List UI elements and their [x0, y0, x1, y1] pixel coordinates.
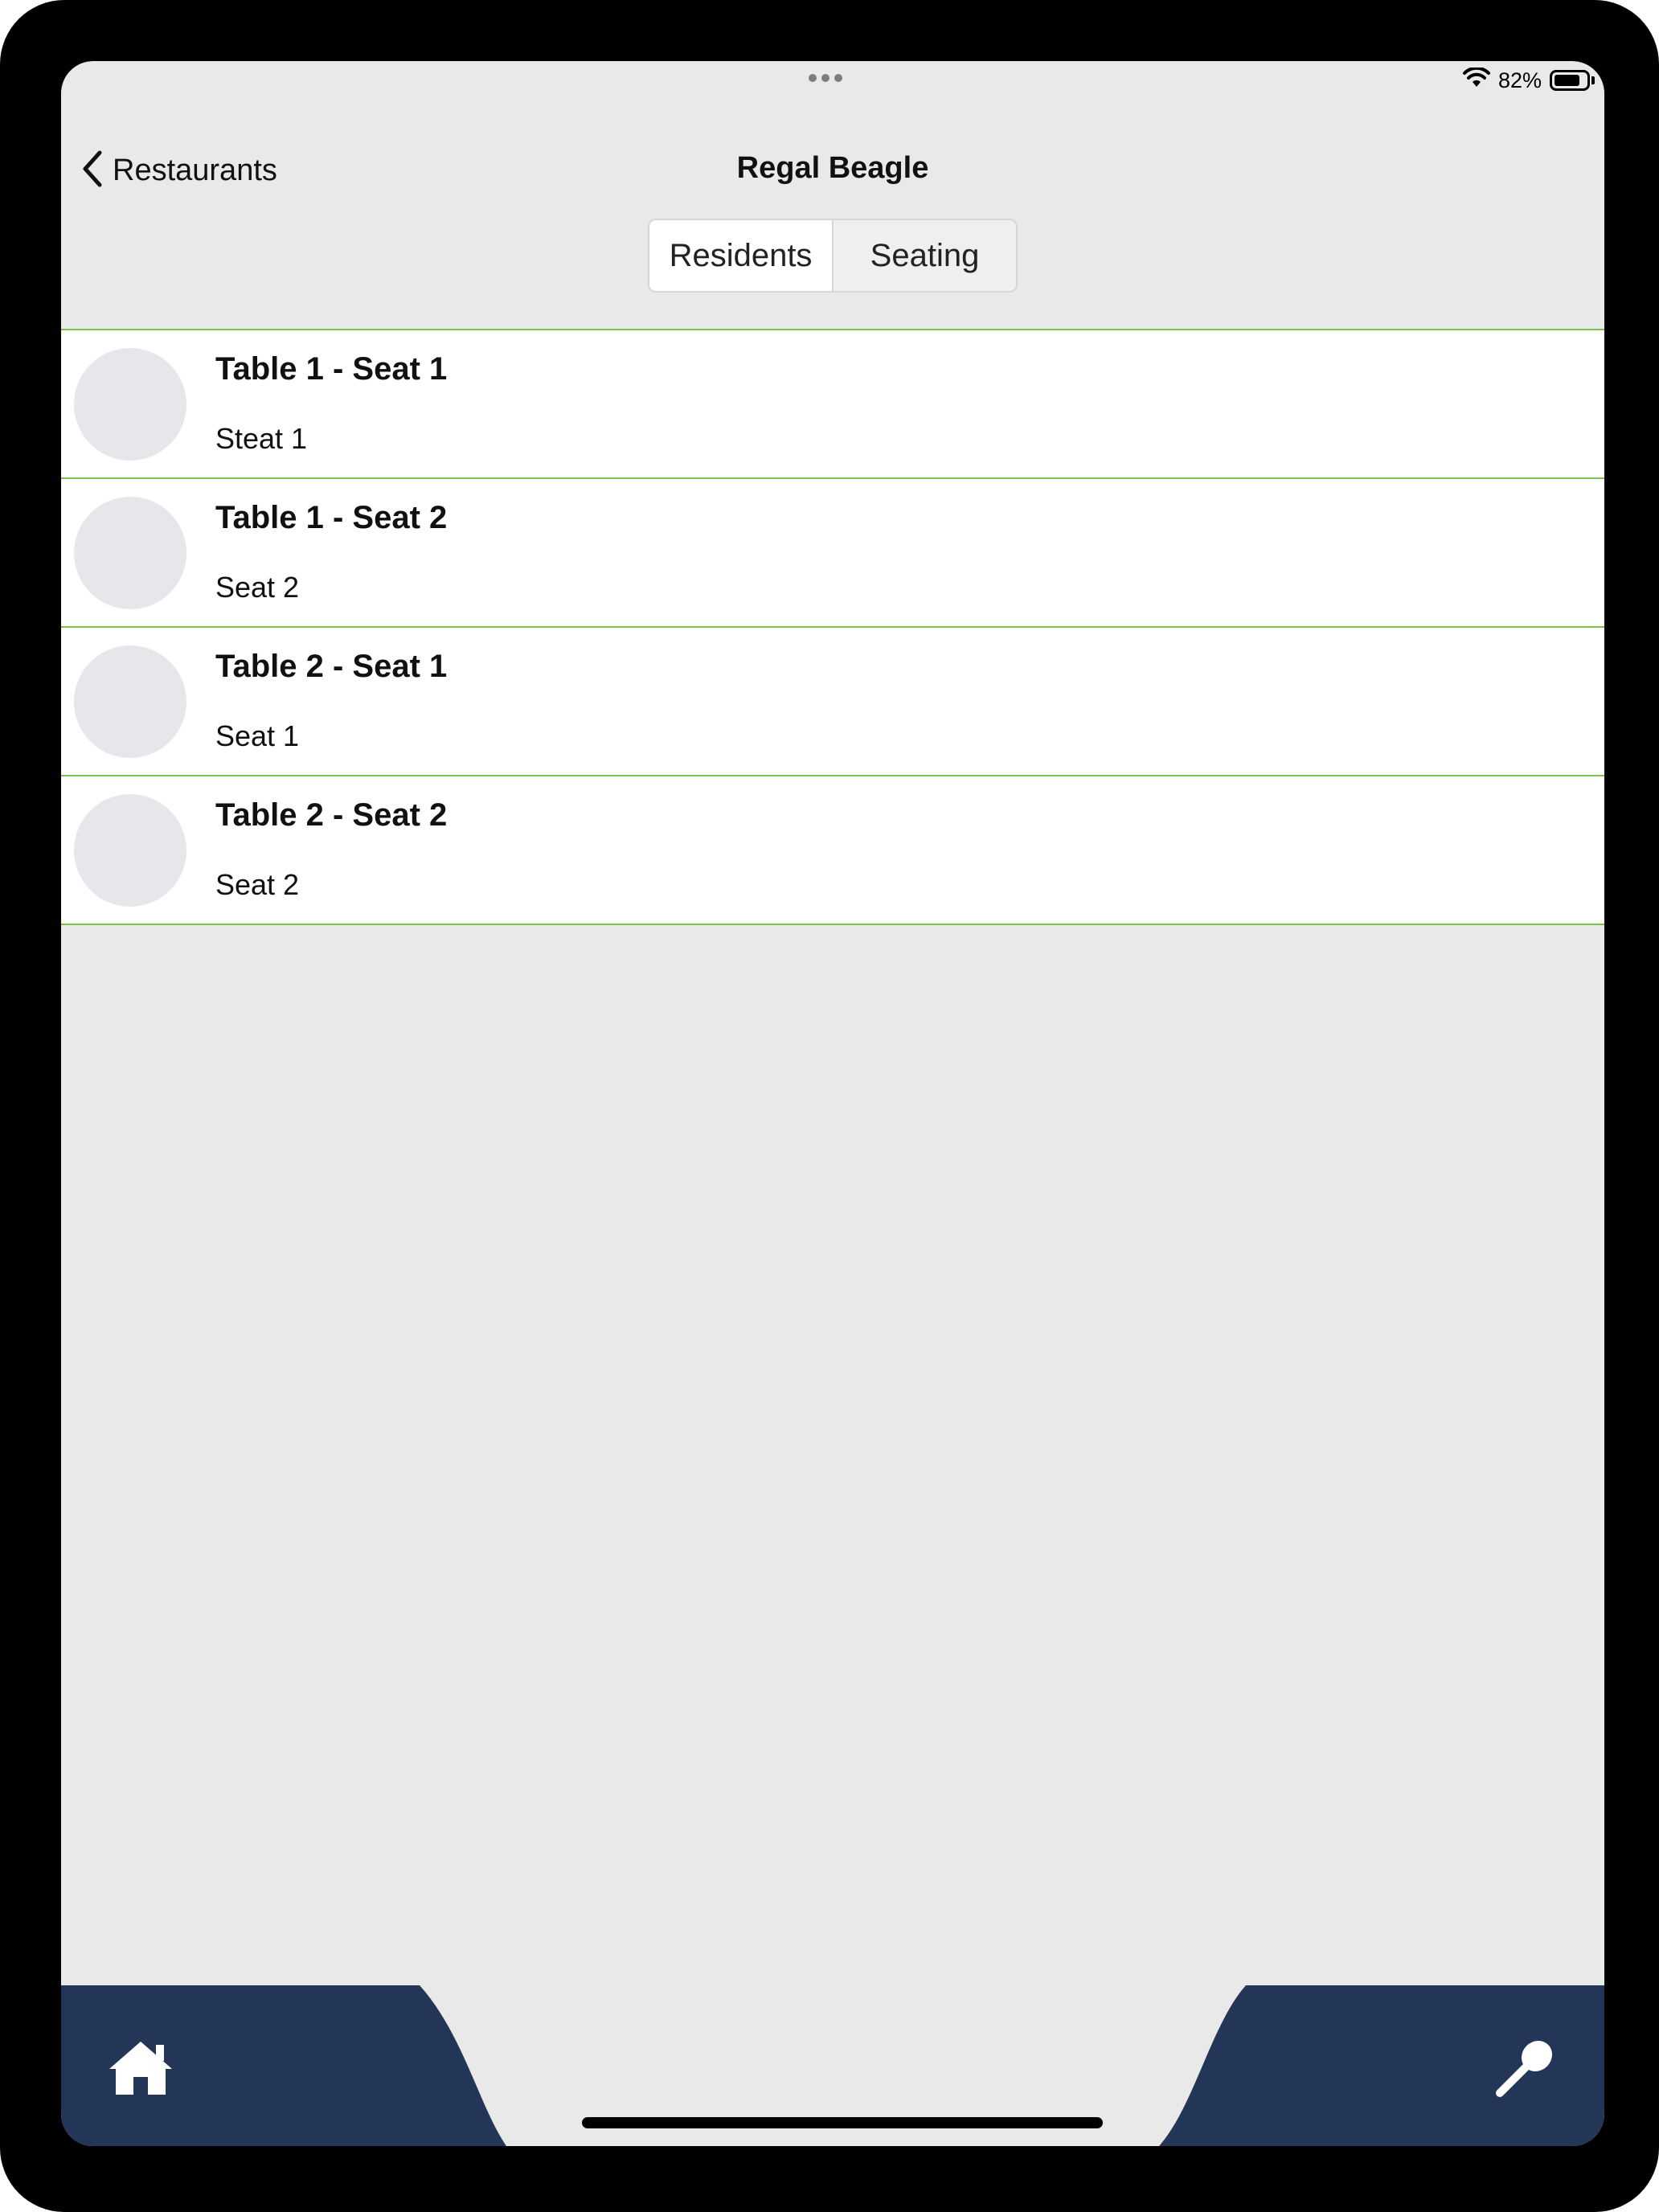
status-indicators: 82% [1462, 66, 1595, 95]
avatar [74, 794, 186, 907]
home-indicator[interactable] [582, 2117, 1103, 2128]
segmented-control: Residents Seating [648, 219, 1018, 293]
app-screen: 82% Restaurants Regal Beagle Residents S… [61, 61, 1604, 2146]
list-item-subtitle: Steat 1 [215, 422, 308, 455]
spoon-icon[interactable] [1493, 2035, 1558, 2103]
dot [821, 74, 830, 82]
list-item[interactable]: Table 1 - Seat 1 Steat 1 [61, 330, 1604, 479]
wifi-icon [1462, 66, 1490, 94]
list-item-subtitle: Seat 1 [215, 719, 300, 752]
list-item[interactable]: Table 1 - Seat 2 Seat 2 [61, 479, 1604, 628]
dot [809, 74, 817, 82]
list-item[interactable]: Table 2 - Seat 2 Seat 2 [61, 776, 1604, 925]
segment-seating[interactable]: Seating [834, 220, 1016, 291]
battery-icon [1550, 70, 1595, 91]
avatar [74, 645, 186, 758]
battery-percent: 82% [1497, 68, 1542, 92]
device-bezel: 82% Restaurants Regal Beagle Residents S… [0, 0, 1659, 2212]
dot [834, 74, 842, 82]
seat-list: Table 1 - Seat 1 Steat 1 Table 1 - Seat … [61, 329, 1604, 925]
multitasking-dots[interactable] [809, 74, 842, 82]
list-item-title: Table 1 - Seat 2 [215, 500, 448, 535]
segment-residents[interactable]: Residents [649, 220, 834, 291]
list-item-title: Table 2 - Seat 2 [215, 797, 448, 833]
list-item-subtitle: Seat 2 [215, 571, 300, 604]
list-item[interactable]: Table 2 - Seat 1 Seat 1 [61, 628, 1604, 776]
list-item-title: Table 1 - Seat 1 [215, 351, 448, 387]
home-icon[interactable] [106, 2038, 175, 2100]
list-item-title: Table 2 - Seat 1 [215, 649, 448, 684]
avatar [74, 348, 186, 461]
avatar [74, 497, 186, 609]
list-item-subtitle: Seat 2 [215, 868, 300, 901]
page-title: Regal Beagle [736, 151, 929, 185]
